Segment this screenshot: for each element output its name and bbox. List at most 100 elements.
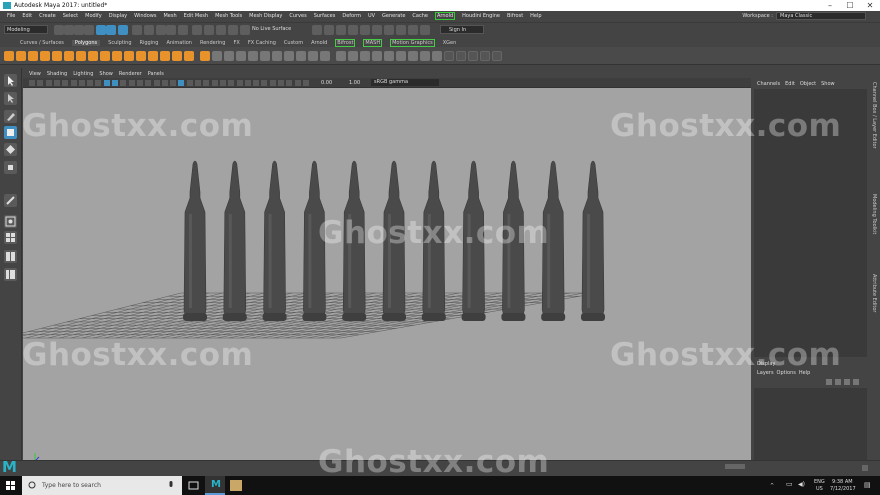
status-tool-15-icon[interactable] — [216, 25, 226, 35]
shelf-svg-icon[interactable] — [184, 51, 194, 61]
shelf-tab-rendering[interactable]: Rendering — [200, 40, 226, 46]
shelf-extrude-icon[interactable] — [272, 51, 282, 61]
menu-bifrost[interactable]: Bifrost — [507, 13, 523, 19]
shelf-sphere-icon[interactable] — [4, 51, 14, 61]
viewport-tool-13-icon[interactable] — [128, 80, 135, 86]
status-tool-13-icon[interactable] — [192, 25, 202, 35]
menu-arnold[interactable]: Arnold — [434, 12, 456, 20]
shelf-uv-editor-icon[interactable] — [420, 51, 430, 61]
status-tool-7-icon[interactable] — [118, 25, 128, 35]
shelf-tab-curves-surfaces[interactable]: Curves / Surfaces — [20, 40, 64, 46]
menu-help[interactable]: Help — [530, 13, 541, 19]
status-tool-18-icon[interactable] — [312, 25, 322, 35]
viewport-tool-16-icon[interactable] — [153, 80, 160, 86]
menu-deform[interactable]: Deform — [342, 13, 361, 19]
shelf-tab-mash[interactable]: MASH — [363, 38, 383, 47]
shelf-fold-icon[interactable] — [396, 51, 406, 61]
menu-curves[interactable]: Curves — [289, 13, 306, 19]
shelf-fill-hole-icon[interactable] — [384, 51, 394, 61]
status-tool-23-icon[interactable] — [372, 25, 382, 35]
rotate-tool-icon[interactable] — [4, 143, 17, 156]
viewport-tool-31-icon[interactable] — [278, 80, 284, 86]
shelf-tab-sculpting[interactable]: Sculpting — [108, 40, 131, 46]
status-tool-1-icon[interactable] — [54, 25, 64, 35]
shelf-bridge-edge-icon[interactable] — [348, 51, 358, 61]
shelf-bevel-icon[interactable] — [284, 51, 294, 61]
shelf-offset-edge-loop-icon[interactable] — [372, 51, 382, 61]
status-tool-8-icon[interactable] — [132, 25, 142, 35]
shelf-insert-edge-loop-icon[interactable] — [360, 51, 370, 61]
layer-button-2-icon[interactable] — [835, 379, 841, 385]
viewport-tool-10-icon[interactable] — [103, 80, 110, 86]
side-tab-channel-box-layer-editor[interactable]: Channel Box / Layer Editor — [871, 82, 877, 149]
single-perspective-layout-icon[interactable] — [4, 215, 17, 228]
shelf-tab-arnold[interactable]: Arnold — [311, 40, 327, 46]
paint-select-tool-icon[interactable] — [4, 110, 17, 123]
maximize-button[interactable]: ☐ — [840, 0, 860, 11]
shelf-cylinder-icon[interactable] — [28, 51, 38, 61]
shelf-torus-icon[interactable] — [52, 51, 62, 61]
minimize-button[interactable]: – — [820, 0, 840, 11]
viewport-tool-18-icon[interactable] — [170, 80, 177, 86]
viewport-tool-9-icon[interactable] — [95, 80, 102, 86]
status-tool-24-icon[interactable] — [384, 25, 394, 35]
channel-box-tab-object[interactable]: Object — [800, 81, 816, 87]
viewport-tool-8-icon[interactable] — [87, 80, 94, 86]
menu-mesh-tools[interactable]: Mesh Tools — [215, 13, 242, 19]
shelf-append-icon[interactable] — [308, 51, 318, 61]
viewport-tool-23-icon[interactable] — [211, 80, 218, 86]
shelf-tab-custom[interactable]: Custom — [284, 40, 303, 46]
menu-uv[interactable]: UV — [368, 13, 375, 19]
close-button[interactable]: ✕ — [860, 0, 880, 11]
status-tool-2-icon[interactable] — [64, 25, 74, 35]
viewport-menu-lighting[interactable]: Lighting — [73, 71, 93, 77]
shelf-mirror-icon[interactable] — [236, 51, 246, 61]
status-tool-19-icon[interactable] — [324, 25, 334, 35]
shelf-target-weld-icon[interactable] — [336, 51, 346, 61]
viewport-tool-25-icon[interactable] — [228, 80, 235, 86]
script-editor-icon[interactable] — [862, 465, 868, 471]
viewport-tool-14-icon[interactable] — [136, 80, 143, 86]
menu-windows[interactable]: Windows — [134, 13, 156, 19]
far-clip-field[interactable]: 1.00 — [349, 80, 360, 86]
shelf-tab-fx[interactable]: FX — [234, 40, 240, 46]
viewport-tool-19-icon[interactable] — [178, 80, 185, 86]
status-tool-14-icon[interactable] — [204, 25, 214, 35]
scale-tool-icon[interactable] — [4, 161, 17, 174]
soft-mod-tool-icon[interactable] — [4, 194, 17, 207]
cmd-slider[interactable] — [725, 464, 745, 469]
menuset-dropdown[interactable]: Modeling — [4, 25, 48, 34]
status-tool-16-icon[interactable] — [228, 25, 238, 35]
shelf-helix-icon[interactable] — [136, 51, 146, 61]
viewport-tool-24-icon[interactable] — [219, 80, 226, 86]
shelf-tab-motion-graphics[interactable]: Motion Graphics — [390, 38, 435, 47]
bullet-3[interactable] — [262, 160, 287, 321]
status-tool-25-icon[interactable] — [396, 25, 406, 35]
status-tool-6-icon[interactable] — [106, 25, 116, 35]
viewport-tool-11-icon[interactable] — [112, 80, 118, 86]
menu-modify[interactable]: Modify — [85, 13, 102, 19]
shelf-tab-polygons[interactable]: Polygons — [71, 39, 101, 46]
windows-start-icon[interactable] — [6, 481, 15, 490]
channel-box-tab-show[interactable]: Show — [821, 81, 835, 87]
menu-generate[interactable]: Generate — [382, 13, 405, 19]
sign-in-button[interactable]: Sign In — [440, 25, 484, 34]
menu-file[interactable]: File — [7, 13, 15, 19]
status-tool-17-icon[interactable] — [240, 25, 250, 35]
language-indicator[interactable]: ENG — [814, 479, 825, 485]
viewport-tool-22-icon[interactable] — [203, 80, 210, 86]
menu-create[interactable]: Create — [39, 13, 56, 19]
shelf-soccer-ball-icon[interactable] — [160, 51, 170, 61]
four-view-layout-icon[interactable] — [4, 231, 17, 244]
status-tool-12-icon[interactable] — [178, 25, 188, 35]
colorspace-dropdown[interactable]: sRGB gamma — [371, 79, 439, 86]
viewport-tool-5-icon[interactable] — [62, 80, 69, 86]
viewport-menu-panels[interactable]: Panels — [148, 71, 164, 77]
status-tool-10-icon[interactable] — [156, 25, 166, 35]
shelf-gear-icon[interactable] — [148, 51, 158, 61]
shelf-separate-icon[interactable] — [224, 51, 234, 61]
status-tool-20-icon[interactable] — [336, 25, 346, 35]
shelf-sew-uv-icon[interactable] — [468, 51, 478, 61]
side-by-side-layout-icon[interactable] — [4, 250, 17, 263]
lasso-tool-icon[interactable] — [4, 92, 17, 105]
